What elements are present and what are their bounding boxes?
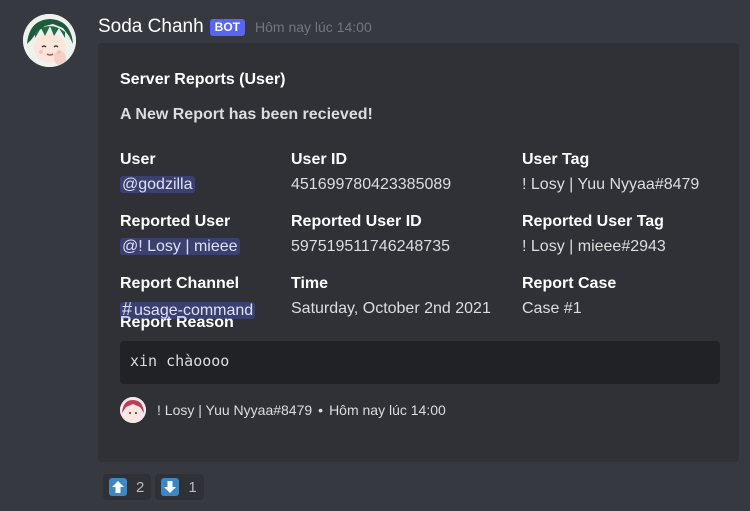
reaction-up-arrow[interactable]: 2 (103, 474, 152, 500)
message-timestamp[interactable]: Hôm nay lúc 14:00 (255, 19, 372, 35)
field-value: Case #1 (522, 300, 582, 317)
field-report-case: Report Case Case #1 (522, 273, 616, 321)
field-name: Report Channel (120, 275, 240, 292)
field-name: User Tag (522, 151, 590, 168)
reaction-count: 1 (188, 478, 197, 496)
author-username[interactable]: Soda Chanh (98, 16, 204, 38)
user-mention[interactable]: @godzilla (120, 176, 195, 193)
field-name: Reported User (120, 213, 231, 230)
field-value: ! Losy | Yuu Nyyaa#8479 (522, 176, 700, 193)
field-value: 597519511746248735 (291, 238, 450, 255)
down-arrow-icon (161, 478, 180, 496)
channel-mention[interactable]: # usage-command (120, 299, 256, 319)
field-value: ! Losy | mieee#2943 (522, 238, 666, 255)
reactions-bar: 2 1 (103, 474, 204, 500)
footer-separator: • (318, 402, 324, 418)
field-time: Time Saturday, October 2nd 2021 (291, 273, 491, 321)
embed-description: A New Report has been recieved! (120, 106, 373, 123)
field-reported-user-id: Reported User ID 597519511746248735 (291, 211, 450, 259)
embed-fields: User @godzilla User ID 45169978042338508… (120, 128, 721, 319)
message-header: Soda Chanh BOT Hôm nay lúc 14:00 (98, 14, 372, 40)
field-value: Saturday, October 2nd 2021 (291, 300, 491, 317)
author-avatar[interactable] (23, 14, 76, 67)
hashtag-icon: # (122, 299, 133, 319)
field-reported-user: Reported User @! Losy | mieee (120, 211, 240, 259)
footer-timestamp: Hôm nay lúc 14:00 (329, 402, 446, 418)
field-name: User (120, 151, 156, 168)
footer-avatar-icon (120, 397, 146, 423)
field-name: Reported User Tag (522, 213, 664, 230)
channel-name: usage-command (134, 302, 254, 319)
reported-user-mention[interactable]: @! Losy | mieee (120, 238, 240, 255)
field-name: Time (291, 275, 329, 292)
embed-footer: ! Losy | Yuu Nyyaa#8479 • Hôm nay lúc 14… (120, 397, 721, 423)
field-name: Report Case (522, 275, 617, 292)
field-user-id: User ID 451699780423385089 (291, 149, 451, 197)
field-value: 451699780423385089 (291, 176, 452, 193)
field-user: User @godzilla (120, 149, 195, 197)
field-report-channel: Report Channel # usage-command (120, 273, 256, 321)
footer-text: ! Losy | Yuu Nyyaa#8479 (157, 402, 313, 418)
reaction-count: 2 (136, 478, 145, 496)
up-arrow-icon (109, 478, 127, 496)
report-embed: Server Reports (User) A New Report has b… (98, 43, 739, 462)
bot-tag: BOT (209, 18, 245, 36)
reaction-down-arrow[interactable]: 1 (155, 474, 204, 500)
embed-title: Server Reports (User) (120, 71, 286, 88)
field-user-tag: User Tag ! Losy | Yuu Nyyaa#8479 (522, 149, 699, 197)
field-reported-user-tag: Reported User Tag ! Losy | mieee#2943 (522, 211, 666, 259)
report-reason-codeblock: xin chàoooo (120, 341, 720, 384)
field-name: Reported User ID (291, 213, 422, 230)
field-name: User ID (291, 151, 348, 168)
